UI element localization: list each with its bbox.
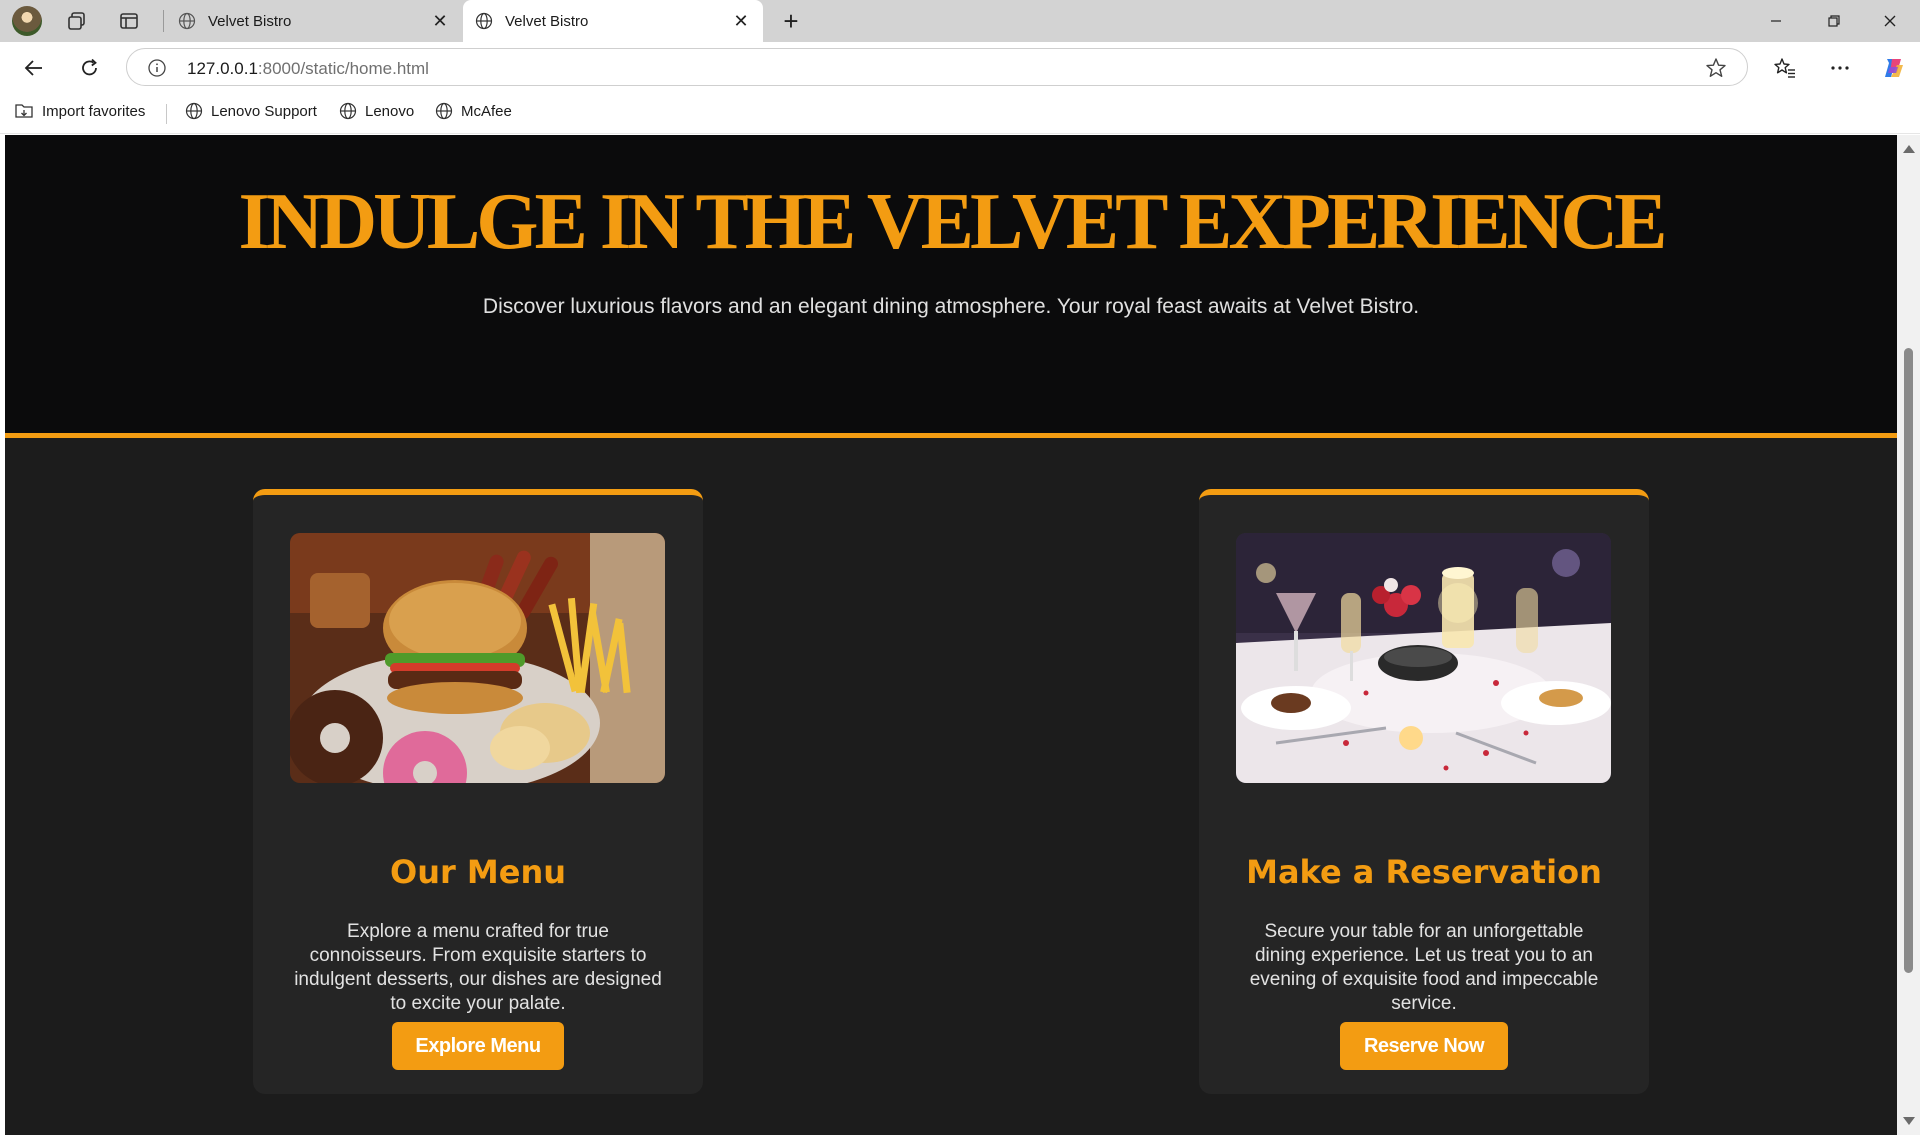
tab-close-icon[interactable]: ✕ bbox=[731, 11, 751, 32]
globe-icon bbox=[475, 12, 493, 30]
favorite-label: Lenovo bbox=[365, 102, 415, 120]
menu-card: Our Menu Explore a menu crafted for true… bbox=[253, 489, 703, 1094]
reservation-card: Make a Reservation Secure your table for… bbox=[1199, 489, 1649, 1094]
reservation-table-image bbox=[1236, 533, 1611, 783]
globe-icon bbox=[339, 102, 357, 120]
reserve-now-button[interactable]: Reserve Now bbox=[1340, 1022, 1508, 1070]
browser-tab-1[interactable]: Velvet Bistro ✕ bbox=[166, 0, 462, 42]
tab-title: Velvet Bistro bbox=[505, 12, 589, 30]
favorite-label: McAfee bbox=[461, 102, 512, 120]
minimize-icon[interactable] bbox=[1756, 6, 1796, 36]
profile-avatar[interactable] bbox=[12, 6, 42, 36]
scroll-up-arrow-icon[interactable] bbox=[1903, 145, 1915, 153]
address-bar[interactable]: 127.0.0.1:8000/static/home.html bbox=[126, 48, 1748, 86]
favorite-label: Lenovo Support bbox=[211, 102, 317, 120]
globe-icon bbox=[435, 102, 453, 120]
workspaces-icon[interactable] bbox=[64, 8, 90, 34]
favorite-label: Import favorites bbox=[42, 102, 146, 120]
favorite-lenovo-support[interactable]: Lenovo Support bbox=[185, 102, 317, 120]
favorite-star-icon[interactable] bbox=[1705, 57, 1727, 79]
more-options-icon[interactable] bbox=[1824, 52, 1856, 84]
reservation-card-text: Secure your table for an unforgettable d… bbox=[1249, 921, 1599, 1014]
menu-card-title: Our Menu bbox=[389, 853, 566, 891]
import-favorites-icon bbox=[15, 104, 33, 118]
back-arrow-icon[interactable] bbox=[18, 52, 50, 84]
favorite-import[interactable]: Import favorites bbox=[14, 102, 145, 120]
hero-subtitle: Discover luxurious flavors and an elegan… bbox=[482, 295, 1420, 318]
site-info-icon[interactable] bbox=[147, 58, 167, 78]
close-window-icon[interactable] bbox=[1870, 6, 1910, 36]
page-viewport: INDULGE IN THE VELVET EXPERIENCE Discove… bbox=[5, 135, 1897, 1135]
browser-toolbar: 127.0.0.1:8000/static/home.html bbox=[0, 42, 1920, 92]
menu-food-image bbox=[290, 533, 665, 783]
browser-tab-strip: Velvet Bistro ✕ Velvet Bistro ✕ + bbox=[0, 0, 1920, 42]
hero-divider bbox=[5, 433, 1897, 438]
tab-close-icon[interactable]: ✕ bbox=[430, 11, 450, 32]
restore-icon[interactable] bbox=[1814, 6, 1854, 36]
tab-title: Velvet Bistro bbox=[208, 12, 292, 30]
favorites-bar: Import favorites Lenovo Support Lenovo M… bbox=[0, 92, 1920, 134]
globe-icon bbox=[178, 12, 196, 30]
hero-section: INDULGE IN THE VELVET EXPERIENCE Discove… bbox=[5, 135, 1897, 433]
favorites-separator bbox=[166, 104, 167, 124]
menu-card-text: Explore a menu crafted for true connoiss… bbox=[294, 921, 662, 1014]
url-text[interactable]: 127.0.0.1:8000/static/home.html bbox=[187, 59, 429, 79]
copilot-icon[interactable] bbox=[1878, 52, 1910, 84]
reservation-card-title: Make a Reservation bbox=[1246, 853, 1602, 891]
tab-separator bbox=[163, 10, 164, 32]
scrollbar-thumb[interactable] bbox=[1904, 348, 1913, 973]
new-tab-button[interactable]: + bbox=[776, 6, 806, 37]
refresh-icon[interactable] bbox=[74, 52, 106, 84]
globe-icon bbox=[185, 102, 203, 120]
favorite-mcafee[interactable]: McAfee bbox=[435, 102, 512, 120]
favorites-icon[interactable] bbox=[1769, 52, 1801, 84]
hero-title: INDULGE IN THE VELVET EXPERIENCE bbox=[238, 178, 1667, 266]
vertical-tabs-icon[interactable] bbox=[116, 8, 142, 34]
browser-tab-2[interactable]: Velvet Bistro ✕ bbox=[463, 0, 763, 42]
favorite-lenovo[interactable]: Lenovo bbox=[339, 102, 414, 120]
page-scrollbar[interactable] bbox=[1897, 135, 1920, 1135]
explore-menu-button[interactable]: Explore Menu bbox=[392, 1022, 564, 1070]
scroll-down-arrow-icon[interactable] bbox=[1903, 1117, 1915, 1125]
